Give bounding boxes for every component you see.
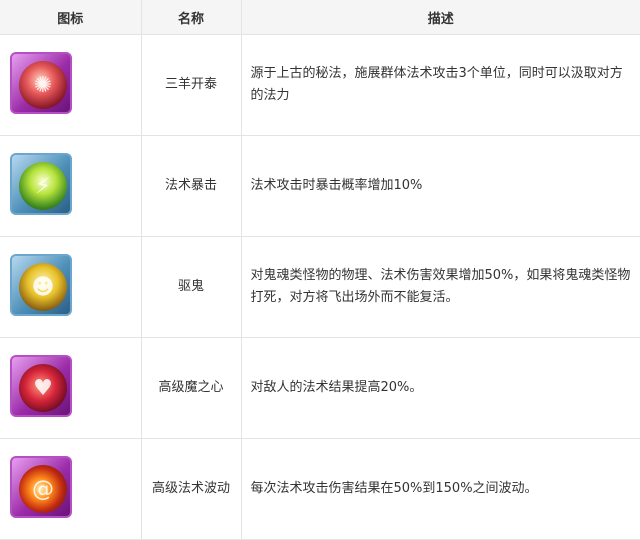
skill-description: 对鬼魂类怪物的物理、法术伤害效果增加50%，如果将鬼魂类怪物打死，对方将飞出场外… [241, 236, 640, 338]
icon-cell: ♥ [0, 337, 142, 439]
table-row: ⚡ 法术暴击 法术攻击时暴击概率增加10% [0, 135, 640, 237]
skill-name: 驱鬼 [141, 236, 242, 338]
icon-cell: ✺ [0, 34, 142, 136]
skill-name: 法术暴击 [141, 135, 242, 237]
skill-name: 三羊开泰 [141, 34, 242, 136]
icon-cell: ☻ [0, 236, 142, 338]
header-name: 名称 [141, 0, 242, 35]
ghost-face-skill-icon: ☻ [10, 254, 72, 316]
ram-swarm-skill-icon: ✺ [10, 52, 72, 114]
skill-description: 法术攻击时暴击概率增加10% [241, 135, 640, 237]
skill-name: 高级法术波动 [141, 438, 242, 540]
skill-description: 每次法术攻击伤害结果在50%到150%之间波动。 [241, 438, 640, 540]
skills-table: 图标 名称 描述 ✺ 三羊开泰 源于上古的秘法，施展群体法术攻击3个单位，同时可… [0, 0, 640, 540]
table-row: ✺ 三羊开泰 源于上古的秘法，施展群体法术攻击3个单位，同时可以汲取对方的法力 [0, 34, 640, 136]
skill-name: 高级魔之心 [141, 337, 242, 439]
fire-vortex-skill-icon: @ [10, 456, 72, 518]
header-description: 描述 [241, 0, 640, 35]
skill-description: 源于上古的秘法，施展群体法术攻击3个单位，同时可以汲取对方的法力 [241, 34, 640, 136]
demon-heart-skill-icon: ♥ [10, 355, 72, 417]
header-icon: 图标 [0, 0, 142, 35]
table-row: ♥ 高级魔之心 对敌人的法术结果提高20%。 [0, 337, 640, 439]
table-row: ☻ 驱鬼 对鬼魂类怪物的物理、法术伤害效果增加50%，如果将鬼魂类怪物打死，对方… [0, 236, 640, 338]
lightning-burst-skill-icon: ⚡ [10, 153, 72, 215]
skill-description: 对敌人的法术结果提高20%。 [241, 337, 640, 439]
table-row: @ 高级法术波动 每次法术攻击伤害结果在50%到150%之间波动。 [0, 438, 640, 540]
icon-cell: @ [0, 438, 142, 540]
icon-cell: ⚡ [0, 135, 142, 237]
table-header-row: 图标 名称 描述 [0, 0, 640, 35]
